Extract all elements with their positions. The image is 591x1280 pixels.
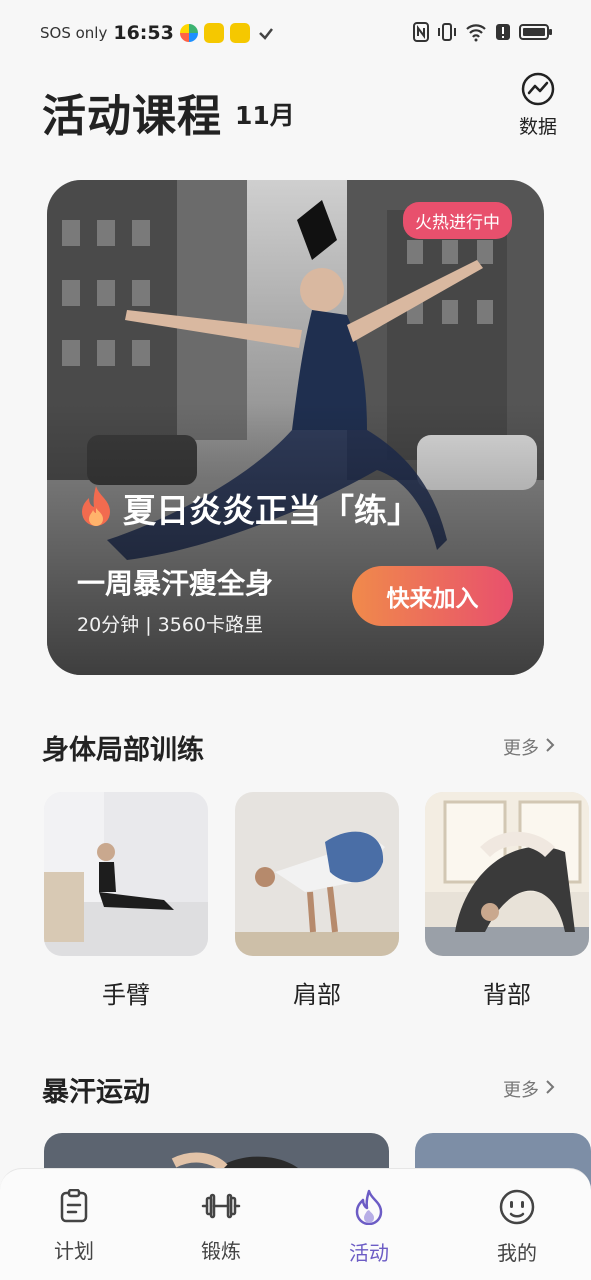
page-title: 活动课程 (42, 91, 222, 142)
app-notification-icon (256, 23, 276, 43)
tab-label: 计划 (54, 1239, 94, 1263)
app-notification-icon (229, 23, 250, 43)
data-button[interactable]: 数据 (512, 72, 564, 139)
nfc-icon (413, 22, 429, 46)
join-button[interactable]: 快来加入 (352, 566, 513, 626)
vibrate-icon (437, 22, 457, 46)
tab-label: 活动 (349, 1241, 389, 1265)
app-notification-icon (179, 24, 198, 42)
section-title-sweat: 暴汗运动 (42, 1077, 150, 1108)
smiley-icon (499, 1189, 535, 1229)
section-title-body-parts: 身体局部训练 (42, 735, 204, 766)
more-label: 更多 (503, 738, 539, 759)
more-label: 更多 (503, 1080, 539, 1101)
app-notification-icon (203, 23, 224, 43)
hot-badge: 火热进行中 (403, 202, 512, 239)
activity-page: SOS only 16:53 活动课程 11月 数据 火热进行中 夏日炎炎正当「… (0, 0, 591, 1280)
month-label: 11月 (235, 101, 295, 130)
bottom-tab-bar: 计划 锻炼 活动 我的 (0, 1168, 591, 1280)
status-bar: SOS only 16:53 (0, 0, 591, 64)
body-parts-more-link[interactable]: 更多 (503, 734, 555, 760)
chevron-right-icon (545, 1079, 555, 1100)
tab-label: 锻炼 (201, 1239, 241, 1263)
carrier-text: SOS only (40, 24, 108, 42)
clipboard-icon (59, 1188, 89, 1227)
body-part-card-back[interactable] (425, 792, 589, 956)
body-part-card-shoulder[interactable] (235, 792, 399, 956)
flame-icon (77, 484, 115, 532)
hero-banner[interactable]: 火热进行中 夏日炎炎正当「练」 一周暴汗瘦全身 20分钟 | 3560卡路里 快… (47, 180, 544, 675)
body-part-card-arm[interactable] (44, 792, 208, 956)
data-label: 数据 (518, 116, 557, 138)
tab-activity[interactable]: 活动 (319, 1189, 419, 1266)
status-left: SOS only 16:53 (40, 22, 276, 44)
sweat-more-link[interactable]: 更多 (503, 1076, 555, 1102)
flame-icon (353, 1189, 385, 1229)
wifi-icon (465, 22, 487, 46)
trend-chart-icon (521, 72, 555, 110)
alert-icon (495, 22, 511, 46)
hero-title: 夏日炎炎正当「练」 (123, 491, 420, 530)
body-part-label: 肩部 (293, 981, 341, 1009)
hero-subtitle: 一周暴汗瘦全身 (77, 567, 274, 600)
tab-label: 我的 (497, 1241, 537, 1265)
body-part-label: 手臂 (102, 981, 150, 1009)
status-right (413, 22, 553, 46)
chevron-right-icon (545, 737, 555, 758)
body-part-label: 背部 (483, 981, 531, 1009)
tab-workout[interactable]: 锻炼 (171, 1189, 271, 1264)
battery-icon (519, 22, 553, 46)
hero-title-row: 夏日炎炎正当「练」 (77, 484, 420, 532)
tab-plan[interactable]: 计划 (24, 1188, 124, 1264)
clock: 16:53 (113, 22, 174, 44)
tab-profile[interactable]: 我的 (467, 1189, 567, 1266)
dumbbell-icon (201, 1193, 241, 1227)
hero-meta: 20分钟 | 3560卡路里 (77, 614, 264, 636)
